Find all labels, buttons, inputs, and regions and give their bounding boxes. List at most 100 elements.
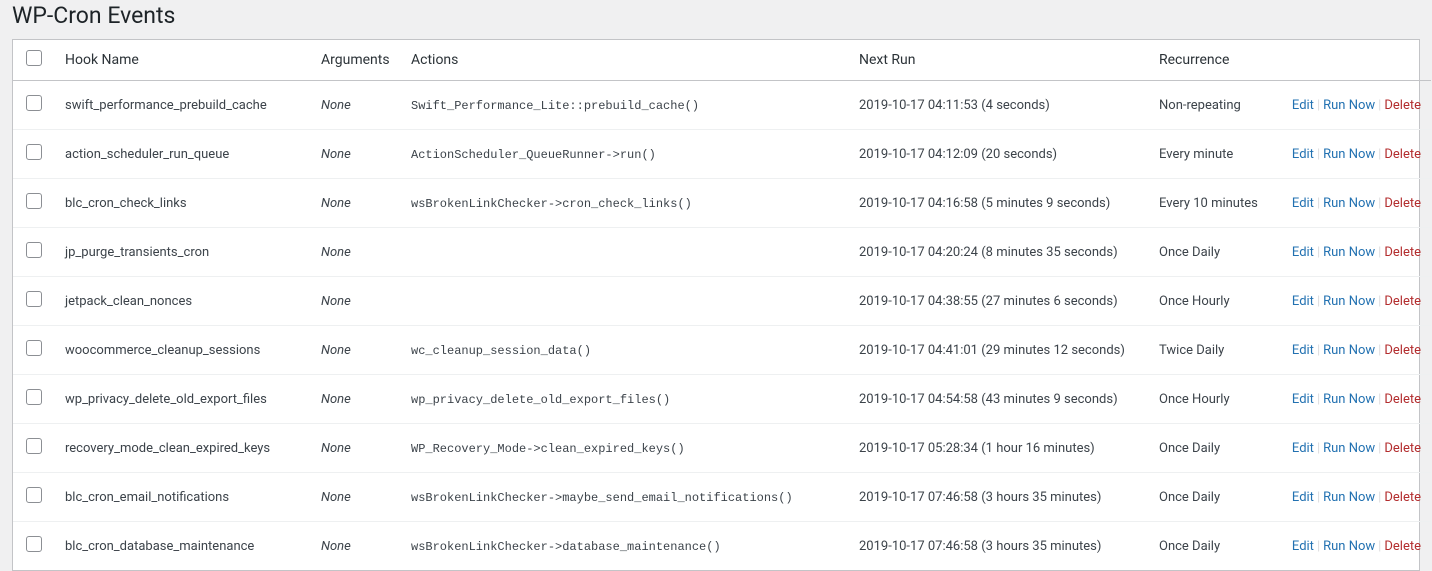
run-now-link[interactable]: Run Now [1323,147,1375,162]
recurrence-cell: Once Daily [1149,424,1273,473]
row-checkbox-cell [13,81,55,130]
run-now-link[interactable]: Run Now [1323,245,1375,260]
row-checkbox-cell [13,424,55,473]
row-checkbox-cell [13,228,55,277]
hook-name: action_scheduler_run_queue [55,130,311,179]
row-checkbox[interactable] [26,438,42,454]
hook-name: jetpack_clean_nonces [55,277,311,326]
table-row: action_scheduler_run_queue None ActionSche… [13,130,1431,179]
edit-link[interactable]: Edit [1292,245,1314,260]
table-row: blc_cron_database_maintenanceNonewsBroke… [13,522,1431,571]
header-next-run: Next Run [849,40,1149,81]
delete-link[interactable]: Delete [1384,490,1421,505]
row-actions-cell: Edit|Run Now|Delete [1273,375,1431,424]
row-checkbox[interactable] [26,487,42,503]
select-all-checkbox[interactable] [26,50,42,66]
recurrence-cell: Once Hourly [1149,277,1273,326]
delete-link[interactable]: Delete [1384,98,1421,113]
arguments-value: None [321,147,351,162]
row-checkbox-cell [13,130,55,179]
run-now-link[interactable]: Run Now [1323,441,1375,456]
header-row-actions [1273,40,1431,81]
edit-link[interactable]: Edit [1292,392,1314,407]
actions-callback: WP_Recovery_Mode->clean_expired_keys() [411,442,685,456]
separator: | [1375,196,1384,211]
edit-link[interactable]: Edit [1292,490,1314,505]
hook-name: blc_cron_database_maintenance [55,522,311,571]
actions-cell: wp_privacy_delete_old_export_files() [401,375,849,424]
arguments-cell: None [311,179,401,228]
separator: | [1314,392,1323,407]
run-now-link[interactable]: Run Now [1323,392,1375,407]
actions-callback: ActionScheduler_QueueRunner->run() [411,148,656,162]
edit-link[interactable]: Edit [1292,539,1314,554]
delete-link[interactable]: Delete [1384,294,1421,309]
hook-name: jp_purge_transients_cron [55,228,311,277]
run-now-link[interactable]: Run Now [1323,343,1375,358]
arguments-value: None [321,392,351,407]
edit-link[interactable]: Edit [1292,147,1314,162]
row-checkbox[interactable] [26,536,42,552]
row-checkbox-cell [13,277,55,326]
separator: | [1375,392,1384,407]
row-checkbox[interactable] [26,242,42,258]
delete-link[interactable]: Delete [1384,196,1421,211]
delete-link[interactable]: Delete [1384,147,1421,162]
separator: | [1314,245,1323,260]
run-now-link[interactable]: Run Now [1323,539,1375,554]
run-now-link[interactable]: Run Now [1323,294,1375,309]
row-checkbox-cell [13,375,55,424]
header-recurrence: Recurrence [1149,40,1273,81]
next-run-cell: 2019-10-17 04:41:01 (29 minutes 12 secon… [849,326,1149,375]
run-now-link[interactable]: Run Now [1323,98,1375,113]
delete-link[interactable]: Delete [1384,343,1421,358]
run-now-link[interactable]: Run Now [1323,196,1375,211]
actions-cell: wsBrokenLinkChecker->maybe_send_email_no… [401,473,849,522]
hook-name: recovery_mode_clean_expired_keys [55,424,311,473]
row-checkbox[interactable] [26,389,42,405]
edit-link[interactable]: Edit [1292,343,1314,358]
separator: | [1314,294,1323,309]
arguments-cell: None [311,326,401,375]
delete-link[interactable]: Delete [1384,245,1421,260]
run-now-link[interactable]: Run Now [1323,490,1375,505]
table-row: recovery_mode_clean_expired_keysNone WP_R… [13,424,1431,473]
edit-link[interactable]: Edit [1292,441,1314,456]
separator: | [1375,343,1384,358]
delete-link[interactable]: Delete [1384,539,1421,554]
actions-cell: WP_Recovery_Mode->clean_expired_keys() [401,424,849,473]
row-actions-cell: Edit|Run Now|Delete [1273,277,1431,326]
separator: | [1314,147,1323,162]
cron-events-table: Hook Name Arguments Actions Next Run Rec… [13,40,1431,570]
row-checkbox-cell [13,522,55,571]
header-actions: Actions [401,40,849,81]
header-checkbox-cell [13,40,55,81]
row-checkbox-cell [13,326,55,375]
delete-link[interactable]: Delete [1384,392,1421,407]
next-run-cell: 2019-10-17 04:16:58 (5 minutes 9 seconds… [849,179,1149,228]
recurrence-cell: Once Daily [1149,473,1273,522]
separator: | [1314,490,1323,505]
actions-callback: Swift_Performance_Lite::prebuild_cache() [411,99,699,113]
recurrence-cell: Once Daily [1149,522,1273,571]
row-checkbox[interactable] [26,291,42,307]
arguments-cell: None [311,130,401,179]
next-run-cell: 2019-10-17 07:46:58 (3 hours 35 minutes) [849,473,1149,522]
edit-link[interactable]: Edit [1292,196,1314,211]
actions-callback: wsBrokenLinkChecker->maybe_send_email_no… [411,491,793,505]
row-checkbox[interactable] [26,95,42,111]
delete-link[interactable]: Delete [1384,441,1421,456]
table-row: woocommerce_cleanup_sessionsNonewc_clean… [13,326,1431,375]
row-actions-cell: Edit|Run Now|Delete [1273,326,1431,375]
hook-name: blc_cron_email_notifications [55,473,311,522]
hook-name: wp_privacy_delete_old_export_files [55,375,311,424]
edit-link[interactable]: Edit [1292,98,1314,113]
row-actions-cell: Edit|Run Now|Delete [1273,473,1431,522]
arguments-cell: None [311,424,401,473]
next-run-cell: 2019-10-17 04:11:53 (4 seconds) [849,81,1149,130]
row-checkbox[interactable] [26,193,42,209]
edit-link[interactable]: Edit [1292,294,1314,309]
row-checkbox[interactable] [26,144,42,160]
row-checkbox[interactable] [26,340,42,356]
arguments-value: None [321,294,351,309]
